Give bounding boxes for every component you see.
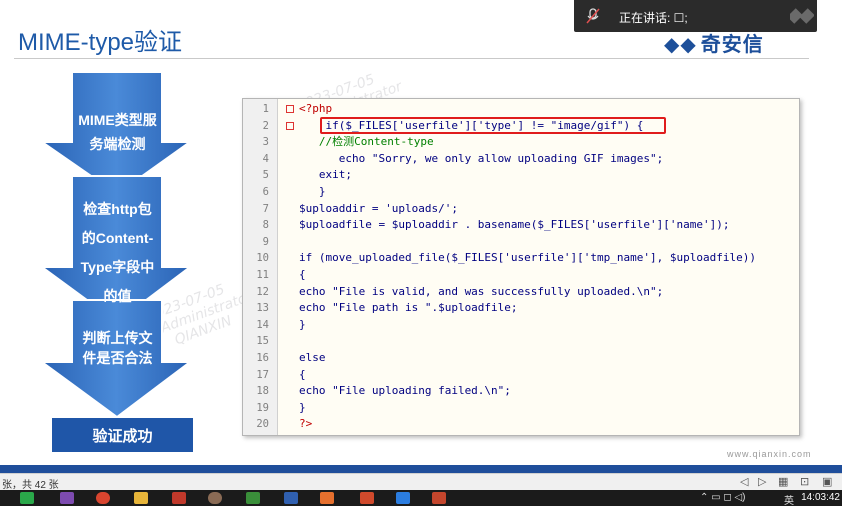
step1-label: MIME类型服 务端检测	[78, 112, 157, 152]
chrome-icon[interactable]	[96, 492, 110, 504]
code-text: }	[299, 184, 326, 198]
code-text: echo "File path is ".$uploadfile;	[299, 301, 518, 315]
code-text: echo "File uploading failed.\n";	[299, 384, 511, 398]
code-text: {	[299, 367, 306, 381]
line-number: 1	[262, 103, 269, 115]
line-number: 4	[262, 152, 269, 165]
code-text: exit;	[299, 168, 352, 182]
line-number: 17	[256, 368, 269, 381]
slide-title: MIME-type验证	[18, 29, 183, 56]
folder-icon[interactable]	[134, 492, 148, 504]
title-divider	[14, 58, 809, 59]
play-icon[interactable]: ▷	[758, 475, 766, 488]
code-text: if (move_uploaded_file($_FILES['userfile…	[299, 251, 756, 265]
code-line: 13 echo "File path is ".$uploadfile;	[243, 300, 799, 317]
code-line: 11 {	[243, 267, 799, 284]
line-number: 10	[256, 252, 269, 265]
code-text: ?>	[299, 417, 313, 431]
code-line: 12 echo "File is valid, and was successfu…	[243, 284, 799, 301]
line-number: 13	[256, 302, 269, 315]
overlay-grip-icon[interactable]	[790, 8, 814, 24]
slide-footer-bar	[0, 465, 842, 473]
avatar-app-icon[interactable]	[208, 492, 222, 504]
app-icon[interactable]	[284, 492, 298, 504]
app-icon[interactable]	[396, 492, 410, 504]
step3-label: 判断上传文 件是否合法	[82, 330, 153, 366]
code-line: 17 {	[243, 367, 799, 384]
speaking-overlay: 正在讲话: ☐;	[574, 0, 817, 32]
line-number: 3	[262, 136, 269, 149]
tray-icons[interactable]: ⌃ ▭ ◻ ◁)	[700, 492, 745, 503]
line-number: 19	[256, 401, 269, 414]
clock[interactable]: 14:03:42	[801, 492, 840, 503]
code-line: 3 //检测Content-type	[243, 134, 799, 151]
slide-count: 张，共 42 张	[2, 480, 59, 491]
line-number: 11	[256, 268, 269, 281]
line-number: 20	[256, 418, 269, 431]
code-line: 6 }	[243, 184, 799, 201]
step2-label: 检查http包 的Content- Type字段中 的值	[80, 201, 155, 304]
line-number: 8	[262, 219, 269, 232]
code-text: $uploaddir = 'uploads/';	[299, 201, 458, 215]
company-logo: ◆◆ 奇安信	[664, 28, 764, 57]
line-number: 14	[256, 318, 269, 331]
code-text: echo "File is valid, and was successfull…	[299, 284, 664, 298]
code-line: 1 <?php	[243, 101, 799, 118]
line-number: 2	[262, 119, 269, 132]
line-number: 16	[256, 351, 269, 364]
taskbar: ⌃ ▭ ◻ ◁) 英 14:03:42	[0, 490, 842, 507]
muted-mic-icon[interactable]	[586, 8, 600, 24]
more-icon[interactable]: ▣	[822, 475, 832, 488]
code-line: 4 echo "Sorry, we only allow uploading G…	[243, 151, 799, 168]
ime-indicator[interactable]: 英	[784, 492, 794, 507]
firefox-icon[interactable]	[320, 492, 334, 504]
line-number: 5	[262, 169, 269, 182]
code-text: }	[299, 400, 306, 414]
code-line: 8 $uploadfile = $uploaddir . basename($_F…	[243, 217, 799, 234]
code-line: 10 if (move_uploaded_file($_FILES['userfi…	[243, 250, 799, 267]
code-line: 20 ?>	[243, 416, 799, 433]
code-text: {	[299, 267, 306, 281]
logo-text: 奇安信	[700, 34, 764, 56]
line-number: 18	[256, 385, 269, 398]
line-number: 12	[256, 285, 269, 298]
code-text: else	[299, 350, 326, 364]
code-editor: 1 <?php 2 if($_FILES['userfile']['type'] !…	[242, 98, 800, 436]
code-line: 7 $uploaddir = 'uploads/';	[243, 201, 799, 218]
line-number: 7	[262, 202, 269, 215]
app-icon[interactable]	[246, 492, 260, 504]
code-line: 15	[243, 333, 799, 350]
code-line: 16 else	[243, 350, 799, 367]
code-line: 9	[243, 234, 799, 251]
speaking-label: 正在讲话: ☐;	[619, 11, 688, 25]
fold-toggle-icon[interactable]	[286, 105, 294, 113]
code-line: 5 exit;	[243, 167, 799, 184]
code-text: $uploadfile = $uploaddir . basename($_FI…	[299, 218, 730, 232]
code-line: 14}	[243, 317, 799, 334]
app-icon[interactable]	[172, 492, 186, 504]
code-line: 18 echo "File uploading failed.\n";	[243, 383, 799, 400]
success-box: 验证成功	[52, 418, 193, 452]
footer-url: www.qianxin.com	[727, 449, 812, 459]
fold-toggle-icon[interactable]	[286, 121, 294, 130]
code-lines: 1 <?php 2 if($_FILES['userfile']['type'] !…	[243, 101, 799, 433]
code-text: <?php	[299, 102, 333, 115]
code-text: //检测Content-type	[299, 135, 434, 149]
line-number: 6	[262, 185, 269, 198]
app-icon[interactable]	[360, 492, 374, 504]
app-icon[interactable]	[60, 492, 74, 504]
fit-icon[interactable]: ⊡	[800, 475, 809, 488]
prev-icon[interactable]: ◁	[740, 475, 748, 488]
highlight-box	[320, 117, 666, 134]
grid-view-icon[interactable]: ▦	[778, 475, 788, 488]
line-number: 9	[262, 235, 269, 248]
code-text: echo "Sorry, we only allow uploading GIF…	[299, 151, 664, 165]
powerpoint-icon[interactable]	[432, 492, 446, 504]
status-bar: 张，共 42 张 ◁ ▷ ▦ ⊡ ▣	[0, 473, 842, 491]
code-line: 19}	[243, 400, 799, 417]
line-number: 15	[256, 335, 269, 348]
wechat-icon[interactable]	[20, 492, 34, 504]
logo-mark-icon: ◆◆	[664, 32, 697, 56]
code-text: }	[299, 317, 306, 331]
